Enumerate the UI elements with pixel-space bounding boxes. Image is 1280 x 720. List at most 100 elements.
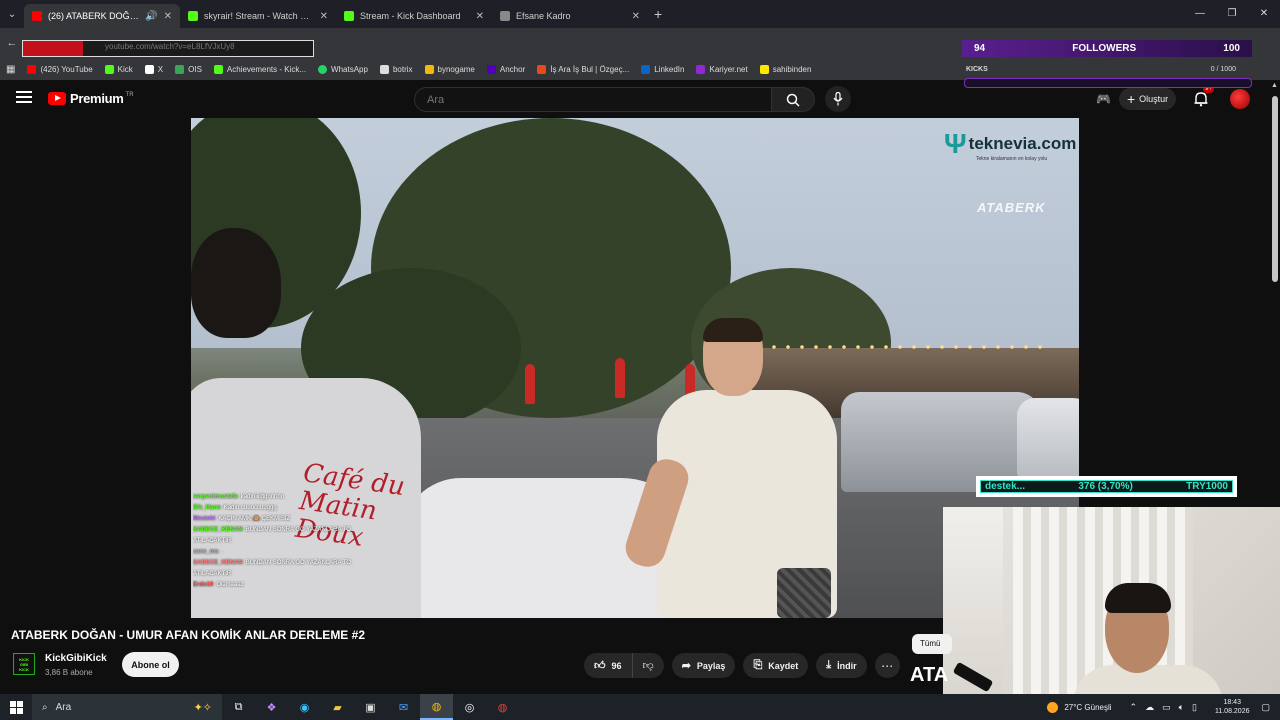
search-icon [786,93,800,107]
account-avatar[interactable] [1230,89,1251,109]
subscribe-button[interactable]: Abone ol [122,652,179,677]
chevron-up-icon[interactable]: ⌃ [1130,702,1138,713]
followers-goal-widget: 94 FOLLOWERS 100 KICKS 0 / 1000 [962,40,1260,92]
task-view-icon[interactable]: ⧉ [222,694,255,720]
search-input[interactable] [415,88,771,111]
bookmark-kariyer[interactable]: Kariyer.net [696,64,748,74]
url-field[interactable]: youtube.com/watch?v=eL8LfVJxUy8 [22,40,314,57]
youtube-icon [27,64,37,74]
right-panel [1080,118,1268,478]
job-icon [537,64,547,74]
trident-icon: Ψ [944,128,967,159]
bookmark-x[interactable]: X [144,64,163,74]
close-tab-icon[interactable]: ✕ [632,11,640,22]
bookmark-achievements[interactable]: Achievements - Kick... [213,64,306,74]
mail-icon[interactable]: ✉ [387,694,420,720]
search-icon: ⌕ [42,701,48,713]
youtube-premium-logo[interactable]: Premium TR [48,91,134,106]
chrome-profile-icon[interactable]: ◍ [486,694,519,720]
tab-youtube[interactable]: (26) ATABERK DOĞAN - UM 🔊 ✕ [24,4,180,28]
like-dislike-group: 👍︎ 96 👎︎ [584,653,664,678]
new-tab-icon[interactable]: + [654,6,662,22]
bookmark-youtube[interactable]: (426) YouTube [27,64,93,74]
system-tray: 27°C Güneşli ⌃ ☁ ▭ 🔈︎ ▯ 18:43 11.08.2026… [1047,694,1280,720]
edge-icon[interactable]: ◉ [288,694,321,720]
search-button[interactable] [771,87,815,112]
chrome-icon[interactable]: ◍ [420,694,453,720]
weather-widget[interactable]: 27°C Güneşli [1047,701,1112,713]
notification-center-icon[interactable]: ▢ [1261,702,1270,713]
channel-name[interactable]: KickGibiKick [45,653,107,664]
file-explorer-icon[interactable]: ▰ [321,694,354,720]
donation-goal-widget: destek... 376 (3,70%) TRY1000 [976,476,1237,497]
bookmark-botrix[interactable]: botrix [379,64,413,74]
gaming-icon[interactable]: 🎮 [1096,92,1111,106]
battery-icon[interactable]: ▯ [1192,702,1197,713]
cloud-icon[interactable]: ☁ [1145,702,1154,713]
taskbar-search[interactable]: ⌕ Ara ✦✧ [32,694,222,720]
filter-chip-all[interactable]: Tümü [912,634,952,654]
kicks-progress-bar [964,78,1252,88]
more-actions-icon[interactable]: ⋯ [874,653,900,678]
notifications-button[interactable]: 9+ [1194,85,1214,107]
tab-efsane-kadro[interactable]: Efsane Kadro ✕ [492,4,648,28]
bookmark-sahibinden[interactable]: sahibinden [759,64,811,74]
bookmark-kick[interactable]: Kick [104,64,133,74]
scrollbar-thumb[interactable] [1272,96,1278,282]
redaction-block [23,41,83,56]
video-car [1017,398,1079,478]
download-button[interactable]: ⤓ İndir [816,653,867,678]
ois-icon [175,64,185,74]
plus-icon: + [1126,91,1136,107]
maximize-icon[interactable]: ❐ [1216,0,1248,28]
kick-icon [104,64,114,74]
close-tab-icon[interactable]: ✕ [476,11,484,22]
close-window-icon[interactable]: ✕ [1248,0,1280,28]
windows-start-icon[interactable] [0,694,32,720]
save-button[interactable]: ⎘ Kaydet [743,653,809,678]
channel-avatar[interactable]: KICK GIBI KICK [13,653,35,675]
bookmark-linkedin[interactable]: LinkedIn [641,64,684,74]
thumbs-up-icon: 👍︎ [594,660,606,672]
x-icon [144,64,154,74]
bookmark-bynogame[interactable]: bynogame [424,64,475,74]
obs-icon[interactable]: ◎ [453,694,486,720]
kicks-label: KICKS [966,66,988,73]
channel-watermark: ATABERK [977,200,1046,215]
tab-kick-stream[interactable]: skyrair! Stream - Watch Live on ✕ [180,4,336,28]
close-tab-icon[interactable]: ✕ [320,11,328,22]
like-button[interactable]: 👍︎ 96 [584,653,633,678]
speaker-icon[interactable]: 🔊 [145,11,157,22]
close-tab-icon[interactable]: ✕ [164,11,172,22]
bookmark-is-ara[interactable]: İş Ara İş Bul | Özgeç... [537,64,629,74]
chat-line: ATILACAKTIR [193,571,232,577]
voice-search-button[interactable] [825,86,851,112]
scroll-up-icon[interactable]: ▲ [1271,82,1278,89]
minimize-icon[interactable]: — [1184,0,1216,28]
bell-icon [1194,92,1208,107]
network-icon[interactable]: ▭ [1162,702,1171,713]
copilot-icon[interactable]: ❖ [255,694,288,720]
sponsor-logo: Ψ teknevia.com Tekne kiralamanın en kola… [944,128,1077,163]
youtube-play-icon [48,92,66,105]
back-icon[interactable]: ← [0,37,24,49]
bookmark-anchor[interactable]: Anchor [486,64,525,74]
video-man [620,318,837,618]
tab-kick-dashboard[interactable]: Stream - Kick Dashboard ✕ [336,4,492,28]
video-umbrella [615,358,625,398]
store-icon[interactable]: ▣ [354,694,387,720]
bookmark-whatsapp[interactable]: WhatsApp [318,64,368,74]
recommended-thumbnail-text[interactable]: ATA [910,664,948,687]
stream-chat-overlay: serpentmustafa kadıniiiiğgnnnnn Efe_Hann K… [193,492,423,591]
hamburger-menu-icon[interactable] [16,91,32,105]
chat-line: zane_ma: [193,549,224,555]
apps-grid-icon[interactable]: ▦ [6,64,15,75]
share-button[interactable]: ➦ Paylaş [671,653,736,678]
screen: ⌄ (26) ATABERK DOĞAN - UM 🔊 ✕ skyrair! S… [0,0,1280,720]
clock[interactable]: 18:43 11.08.2026 [1215,698,1250,716]
volume-icon[interactable]: 🔈︎ [1179,702,1184,713]
tab-search-icon[interactable]: ⌄ [0,0,24,28]
bookmark-ois[interactable]: OIS [175,64,202,74]
kicks-value: 0 / 1000 [1210,66,1236,73]
dislike-button[interactable]: 👎︎ [633,653,664,678]
